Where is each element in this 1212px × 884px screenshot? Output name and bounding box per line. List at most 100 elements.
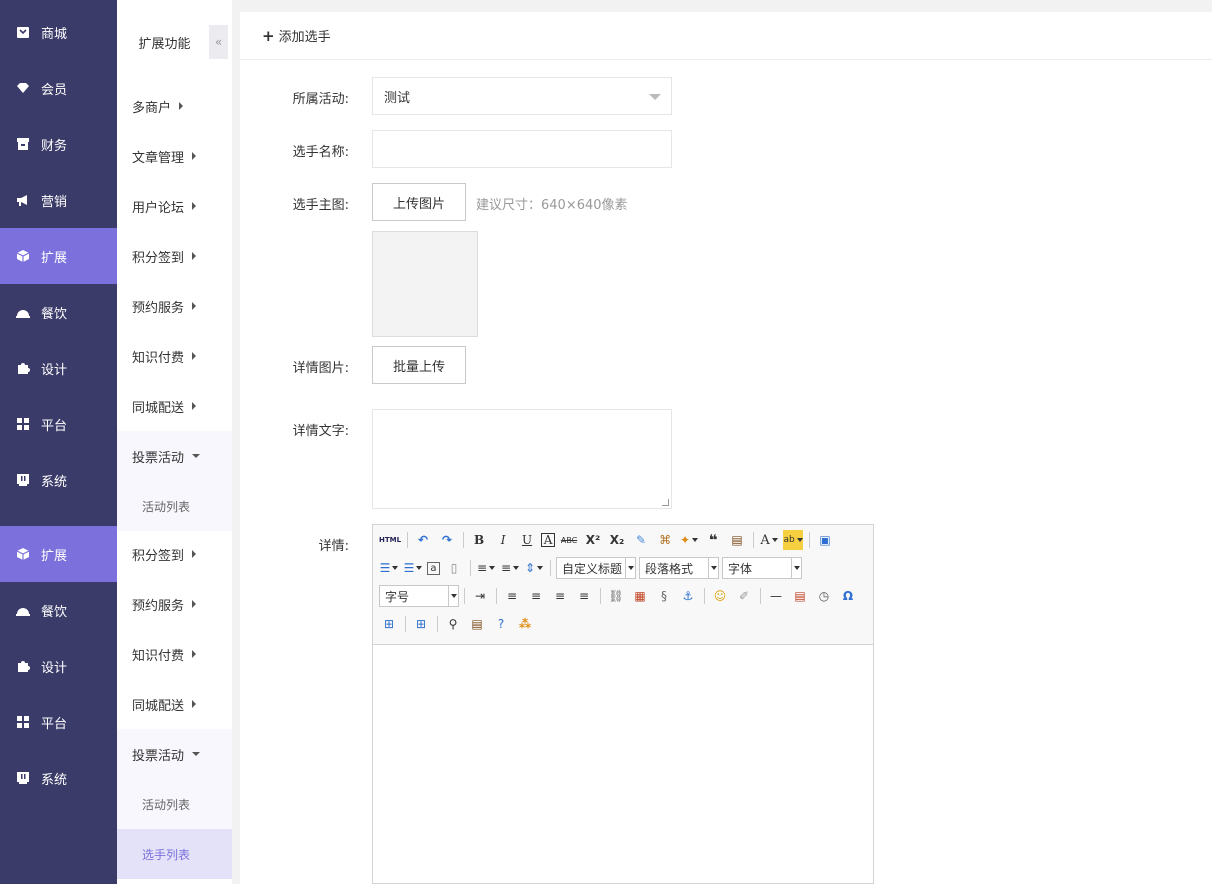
line-height-bottom-icon[interactable]: ≡ bbox=[500, 558, 520, 578]
submenu-item-delivery[interactable]: 同城配送 bbox=[117, 381, 232, 431]
align-justify-icon[interactable]: ≡ bbox=[574, 586, 594, 606]
font-color-icon[interactable]: A bbox=[759, 530, 779, 550]
template-icon[interactable]: ▤ bbox=[467, 614, 487, 634]
font-size-value: 字号 bbox=[385, 589, 410, 604]
nav-item-store[interactable]: 商城 bbox=[0, 4, 117, 60]
nav-item-extension[interactable]: 扩展 bbox=[0, 228, 117, 284]
emoji-icon[interactable]: ☺ bbox=[710, 586, 730, 606]
resize-grip-icon[interactable] bbox=[662, 499, 669, 506]
nav-item-platform-2[interactable]: 平台 bbox=[0, 694, 117, 750]
activity-select[interactable]: 测试 bbox=[372, 77, 672, 115]
undo-icon[interactable]: ↶ bbox=[413, 530, 433, 550]
image-icon[interactable]: ▦ bbox=[630, 586, 650, 606]
nav-item-system-2[interactable]: 系统 bbox=[0, 750, 117, 806]
detail-text-input[interactable] bbox=[372, 409, 672, 509]
submenu-item-voting-2[interactable]: 投票活动 bbox=[117, 729, 232, 779]
search-replace-icon[interactable]: ⚲ bbox=[443, 614, 463, 634]
date-icon[interactable]: ▤ bbox=[790, 586, 810, 606]
table-icon[interactable]: ⊞ bbox=[411, 614, 431, 634]
collapse-menu-button[interactable]: « bbox=[209, 25, 228, 59]
unlink-icon[interactable]: § bbox=[654, 586, 674, 606]
submenu-item-forum[interactable]: 用户论坛 bbox=[117, 181, 232, 231]
fullscreen-icon[interactable]: ▣ bbox=[815, 530, 835, 550]
redo-icon[interactable]: ↷ bbox=[437, 530, 457, 550]
add-contestant-tab[interactable]: 添加选手 bbox=[279, 26, 331, 45]
submenu-item-delivery-2[interactable]: 同城配送 bbox=[117, 679, 232, 729]
contestant-name-input[interactable] bbox=[372, 130, 672, 168]
toolbar-separator bbox=[407, 532, 409, 548]
font-size-select[interactable]: 字号 bbox=[379, 585, 459, 607]
submenu-item-booking[interactable]: 预约服务 bbox=[117, 281, 232, 331]
nav-item-catering[interactable]: 餐饮 bbox=[0, 284, 117, 340]
dish-icon bbox=[16, 603, 30, 617]
statistics-icon[interactable]: ⁂ bbox=[515, 614, 535, 634]
superscript-icon[interactable]: X² bbox=[583, 530, 603, 550]
finance-icon bbox=[16, 137, 30, 151]
clear-doc-icon[interactable]: a bbox=[427, 561, 440, 575]
align-left-icon[interactable]: ≡ bbox=[502, 586, 522, 606]
font-family-select[interactable]: 字体 bbox=[722, 557, 802, 579]
highlight-color-icon[interactable]: ab bbox=[783, 530, 804, 550]
eraser-icon[interactable]: ✎ bbox=[631, 530, 651, 550]
submenu-item-checkin-2[interactable]: 积分签到 bbox=[117, 529, 232, 579]
batch-upload-button[interactable]: 批量上传 bbox=[372, 346, 466, 384]
submenu-item-voting[interactable]: 投票活动 bbox=[117, 431, 232, 481]
italic-icon[interactable]: I bbox=[493, 530, 513, 550]
upload-image-button[interactable]: 上传图片 bbox=[372, 183, 466, 221]
insert-frame-icon[interactable]: ⊞ bbox=[379, 614, 399, 634]
nav-item-member[interactable]: 会员 bbox=[0, 60, 117, 116]
nav-item-design[interactable]: 设计 bbox=[0, 340, 117, 396]
nav-item-catering-2[interactable]: 餐饮 bbox=[0, 582, 117, 638]
bold-icon[interactable]: B bbox=[469, 530, 489, 550]
nav-item-finance[interactable]: 财务 bbox=[0, 116, 117, 172]
link-icon[interactable]: ⛓ bbox=[606, 586, 626, 606]
unordered-list-icon[interactable]: ☰ bbox=[403, 558, 423, 578]
puzzle-icon bbox=[16, 659, 30, 673]
activity-label: 所属活动: bbox=[292, 92, 349, 107]
line-spacing-icon[interactable]: ⇕ bbox=[524, 558, 544, 578]
subscript-icon[interactable]: X₂ bbox=[607, 530, 627, 550]
toolbar-separator bbox=[464, 588, 465, 604]
submenu-item-paid-knowledge-2[interactable]: 知识付费 bbox=[117, 629, 232, 679]
nav-item-extension-2[interactable]: 扩展 bbox=[0, 526, 117, 582]
auto-format-icon[interactable]: ✦ bbox=[679, 530, 699, 550]
nav-item-system[interactable]: 系统 bbox=[0, 452, 117, 508]
special-char-icon[interactable]: Ω bbox=[838, 586, 858, 606]
blockquote-icon[interactable]: ❝ bbox=[703, 530, 723, 550]
format-brush-icon[interactable]: ⌘ bbox=[655, 530, 675, 550]
main-image-preview[interactable] bbox=[372, 231, 478, 337]
submenu-item-activity-list-2[interactable]: 活动列表 bbox=[117, 779, 232, 829]
toolbar-separator bbox=[550, 560, 551, 576]
horizontal-rule-icon[interactable]: — bbox=[766, 586, 786, 606]
new-doc-icon[interactable]: ▯ bbox=[444, 558, 464, 578]
nav-item-marketing[interactable]: 营销 bbox=[0, 172, 117, 228]
submenu-item-checkin[interactable]: 积分签到 bbox=[117, 231, 232, 281]
font-border-icon[interactable]: A bbox=[541, 533, 556, 547]
submenu-item-articles[interactable]: 文章管理 bbox=[117, 131, 232, 181]
paste-text-icon[interactable]: ▤ bbox=[727, 530, 747, 550]
scrawl-icon[interactable]: ✐ bbox=[734, 586, 754, 606]
custom-heading-select[interactable]: 自定义标题 bbox=[556, 557, 636, 579]
nav-item-platform[interactable]: 平台 bbox=[0, 396, 117, 452]
ordered-list-icon[interactable]: ☰ bbox=[379, 558, 399, 578]
nav-item-label: 设计 bbox=[41, 362, 68, 378]
submenu-item-contestant-list[interactable]: 选手列表 bbox=[117, 829, 232, 879]
time-icon[interactable]: ◷ bbox=[814, 586, 834, 606]
submenu-item-paid-knowledge[interactable]: 知识付费 bbox=[117, 331, 232, 381]
align-right-icon[interactable]: ≡ bbox=[550, 586, 570, 606]
strikethrough-icon[interactable]: ABC bbox=[559, 530, 579, 550]
align-center-icon[interactable]: ≡ bbox=[526, 586, 546, 606]
submenu-item-multi-merchant[interactable]: 多商户 bbox=[117, 81, 232, 131]
html-source-button[interactable]: HTML bbox=[379, 530, 401, 550]
paragraph-format-select[interactable]: 段落格式 bbox=[639, 557, 719, 579]
nav-item-design-2[interactable]: 设计 bbox=[0, 638, 117, 694]
editor-body[interactable] bbox=[373, 645, 873, 883]
submenu-item-activity-list[interactable]: 活动列表 bbox=[117, 481, 232, 531]
indent-icon[interactable]: ⇥ bbox=[470, 586, 490, 606]
dish-icon bbox=[16, 305, 30, 319]
line-height-top-icon[interactable]: ≡ bbox=[476, 558, 496, 578]
help-icon[interactable]: ? bbox=[491, 614, 511, 634]
anchor-icon[interactable]: ⚓ bbox=[678, 586, 698, 606]
underline-icon[interactable]: U bbox=[517, 530, 537, 550]
submenu-item-booking-2[interactable]: 预约服务 bbox=[117, 579, 232, 629]
